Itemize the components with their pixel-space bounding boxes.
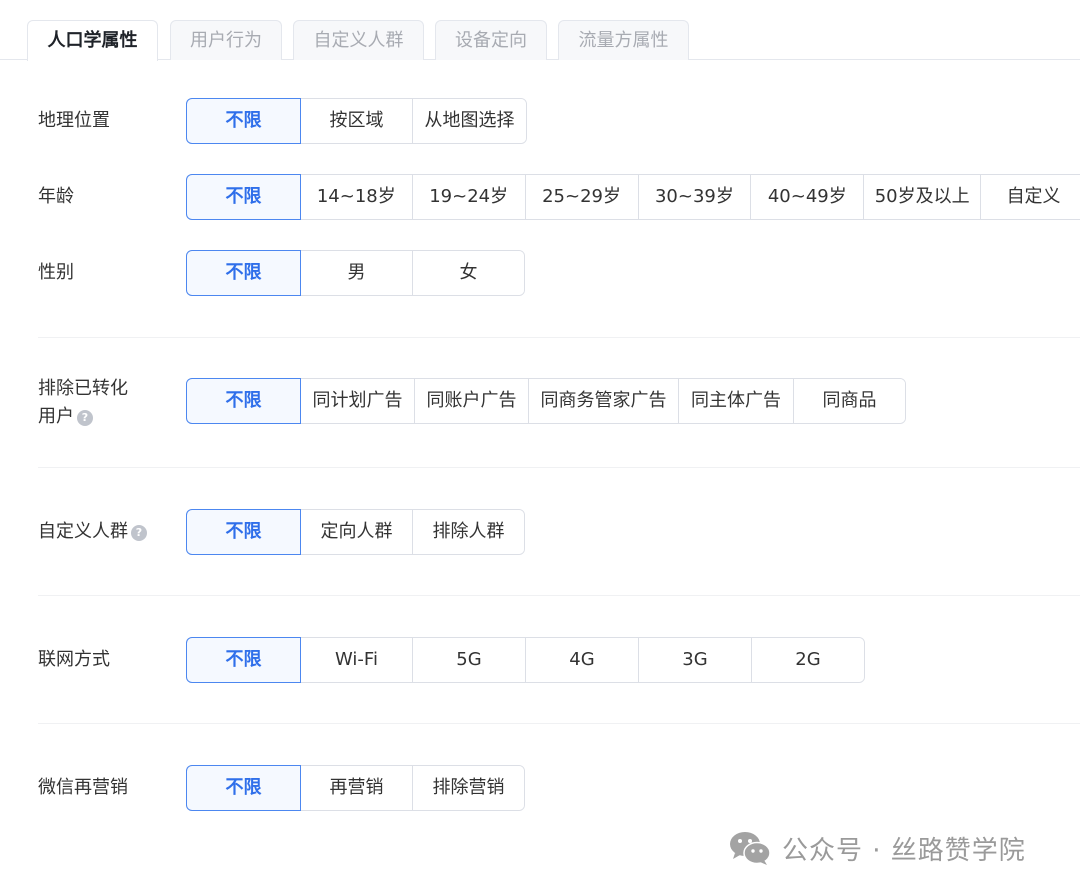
age-option-30-39[interactable]: 30~39岁 — [637, 175, 751, 219]
geo-option-unlimited[interactable]: 不限 — [187, 99, 300, 143]
geo-option-by-region[interactable]: 按区域 — [300, 99, 412, 143]
exclude-option-same-account[interactable]: 同账户广告 — [414, 379, 528, 423]
tab-device-targeting[interactable]: 设备定向 — [435, 20, 547, 60]
exclude-converted-label: 排除已转化 用户? — [38, 375, 128, 431]
custom-audience-options: 不限 定向人群 排除人群 — [186, 509, 525, 555]
age-option-unlimited[interactable]: 不限 — [187, 175, 300, 219]
age-option-50-plus[interactable]: 50岁及以上 — [863, 175, 981, 219]
custom-audience-label: 自定义人群? — [38, 518, 147, 546]
watermark-text: 公众号 · 丝路赞学院 — [782, 835, 1026, 866]
custom-audience-label-text: 自定义人群 — [38, 521, 128, 542]
geo-label: 地理位置 — [38, 110, 110, 131]
network-label: 联网方式 — [38, 649, 110, 670]
exclude-converted-label-line1: 排除已转化 — [38, 378, 128, 399]
age-options: 不限 14~18岁 19~24岁 25~29岁 30~39岁 40~49岁 50… — [186, 174, 1080, 220]
network-option-2g[interactable]: 2G — [751, 638, 864, 682]
custom-audience-option-targeted[interactable]: 定向人群 — [300, 510, 412, 554]
custom-audience-option-excluded[interactable]: 排除人群 — [412, 510, 524, 554]
network-option-5g[interactable]: 5G — [412, 638, 525, 682]
tab-bar: 人口学属性 用户行为 自定义人群 设备定向 流量方属性 — [0, 0, 1080, 61]
exclude-converted-options: 不限 同计划广告 同账户广告 同商务管家广告 同主体广告 同商品 — [186, 378, 906, 424]
exclude-option-same-business-manager[interactable]: 同商务管家广告 — [528, 379, 678, 423]
targeting-panel: 人口学属性 用户行为 自定义人群 设备定向 流量方属性 地理位置 不限 按区域 … — [0, 0, 1080, 890]
gender-label: 性别 — [38, 262, 74, 283]
age-option-14-18[interactable]: 14~18岁 — [299, 175, 412, 219]
geo-option-from-map[interactable]: 从地图选择 — [412, 99, 526, 143]
network-option-unlimited[interactable]: 不限 — [187, 638, 300, 682]
section-divider — [38, 337, 1080, 338]
exclude-option-same-plan[interactable]: 同计划广告 — [300, 379, 414, 423]
watermark: 公众号 · 丝路赞学院 — [728, 826, 1026, 870]
exclude-converted-label-text: 用户 — [38, 406, 74, 427]
custom-audience-option-unlimited[interactable]: 不限 — [187, 510, 300, 554]
geo-options: 不限 按区域 从地图选择 — [186, 98, 527, 144]
exclude-option-same-entity[interactable]: 同主体广告 — [678, 379, 793, 423]
remarketing-option-remarketing[interactable]: 再营销 — [300, 766, 412, 810]
network-options: 不限 Wi-Fi 5G 4G 3G 2G — [186, 637, 865, 683]
tab-user-behavior[interactable]: 用户行为 — [170, 20, 282, 60]
gender-option-male[interactable]: 男 — [300, 251, 412, 295]
age-option-19-24[interactable]: 19~24岁 — [411, 175, 525, 219]
help-icon[interactable]: ? — [77, 410, 93, 426]
exclude-option-unlimited[interactable]: 不限 — [187, 379, 300, 423]
wechat-icon — [730, 832, 771, 865]
gender-options: 不限 男 女 — [186, 250, 525, 296]
section-divider — [38, 723, 1080, 724]
age-option-40-49[interactable]: 40~49岁 — [750, 175, 864, 219]
gender-option-unlimited[interactable]: 不限 — [187, 251, 300, 295]
remarketing-option-exclude[interactable]: 排除营销 — [412, 766, 524, 810]
age-option-25-29[interactable]: 25~29岁 — [524, 175, 638, 219]
network-option-4g[interactable]: 4G — [525, 638, 638, 682]
tab-custom-audience[interactable]: 自定义人群 — [293, 20, 424, 60]
help-icon[interactable]: ? — [131, 525, 147, 541]
wechat-remarketing-label: 微信再营销 — [38, 777, 128, 798]
network-option-3g[interactable]: 3G — [638, 638, 751, 682]
age-label: 年龄 — [38, 186, 74, 207]
exclude-option-same-product[interactable]: 同商品 — [793, 379, 905, 423]
age-option-custom[interactable]: 自定义 — [980, 175, 1080, 219]
network-option-wifi[interactable]: Wi-Fi — [300, 638, 412, 682]
exclude-converted-label-line2: 用户? — [38, 403, 128, 431]
tab-traffic-attributes[interactable]: 流量方属性 — [558, 20, 689, 60]
section-divider — [38, 595, 1080, 596]
tab-demographics[interactable]: 人口学属性 — [27, 20, 158, 61]
gender-option-female[interactable]: 女 — [412, 251, 524, 295]
remarketing-option-unlimited[interactable]: 不限 — [187, 766, 300, 810]
section-divider — [38, 467, 1080, 468]
wechat-remarketing-options: 不限 再营销 排除营销 — [186, 765, 525, 811]
